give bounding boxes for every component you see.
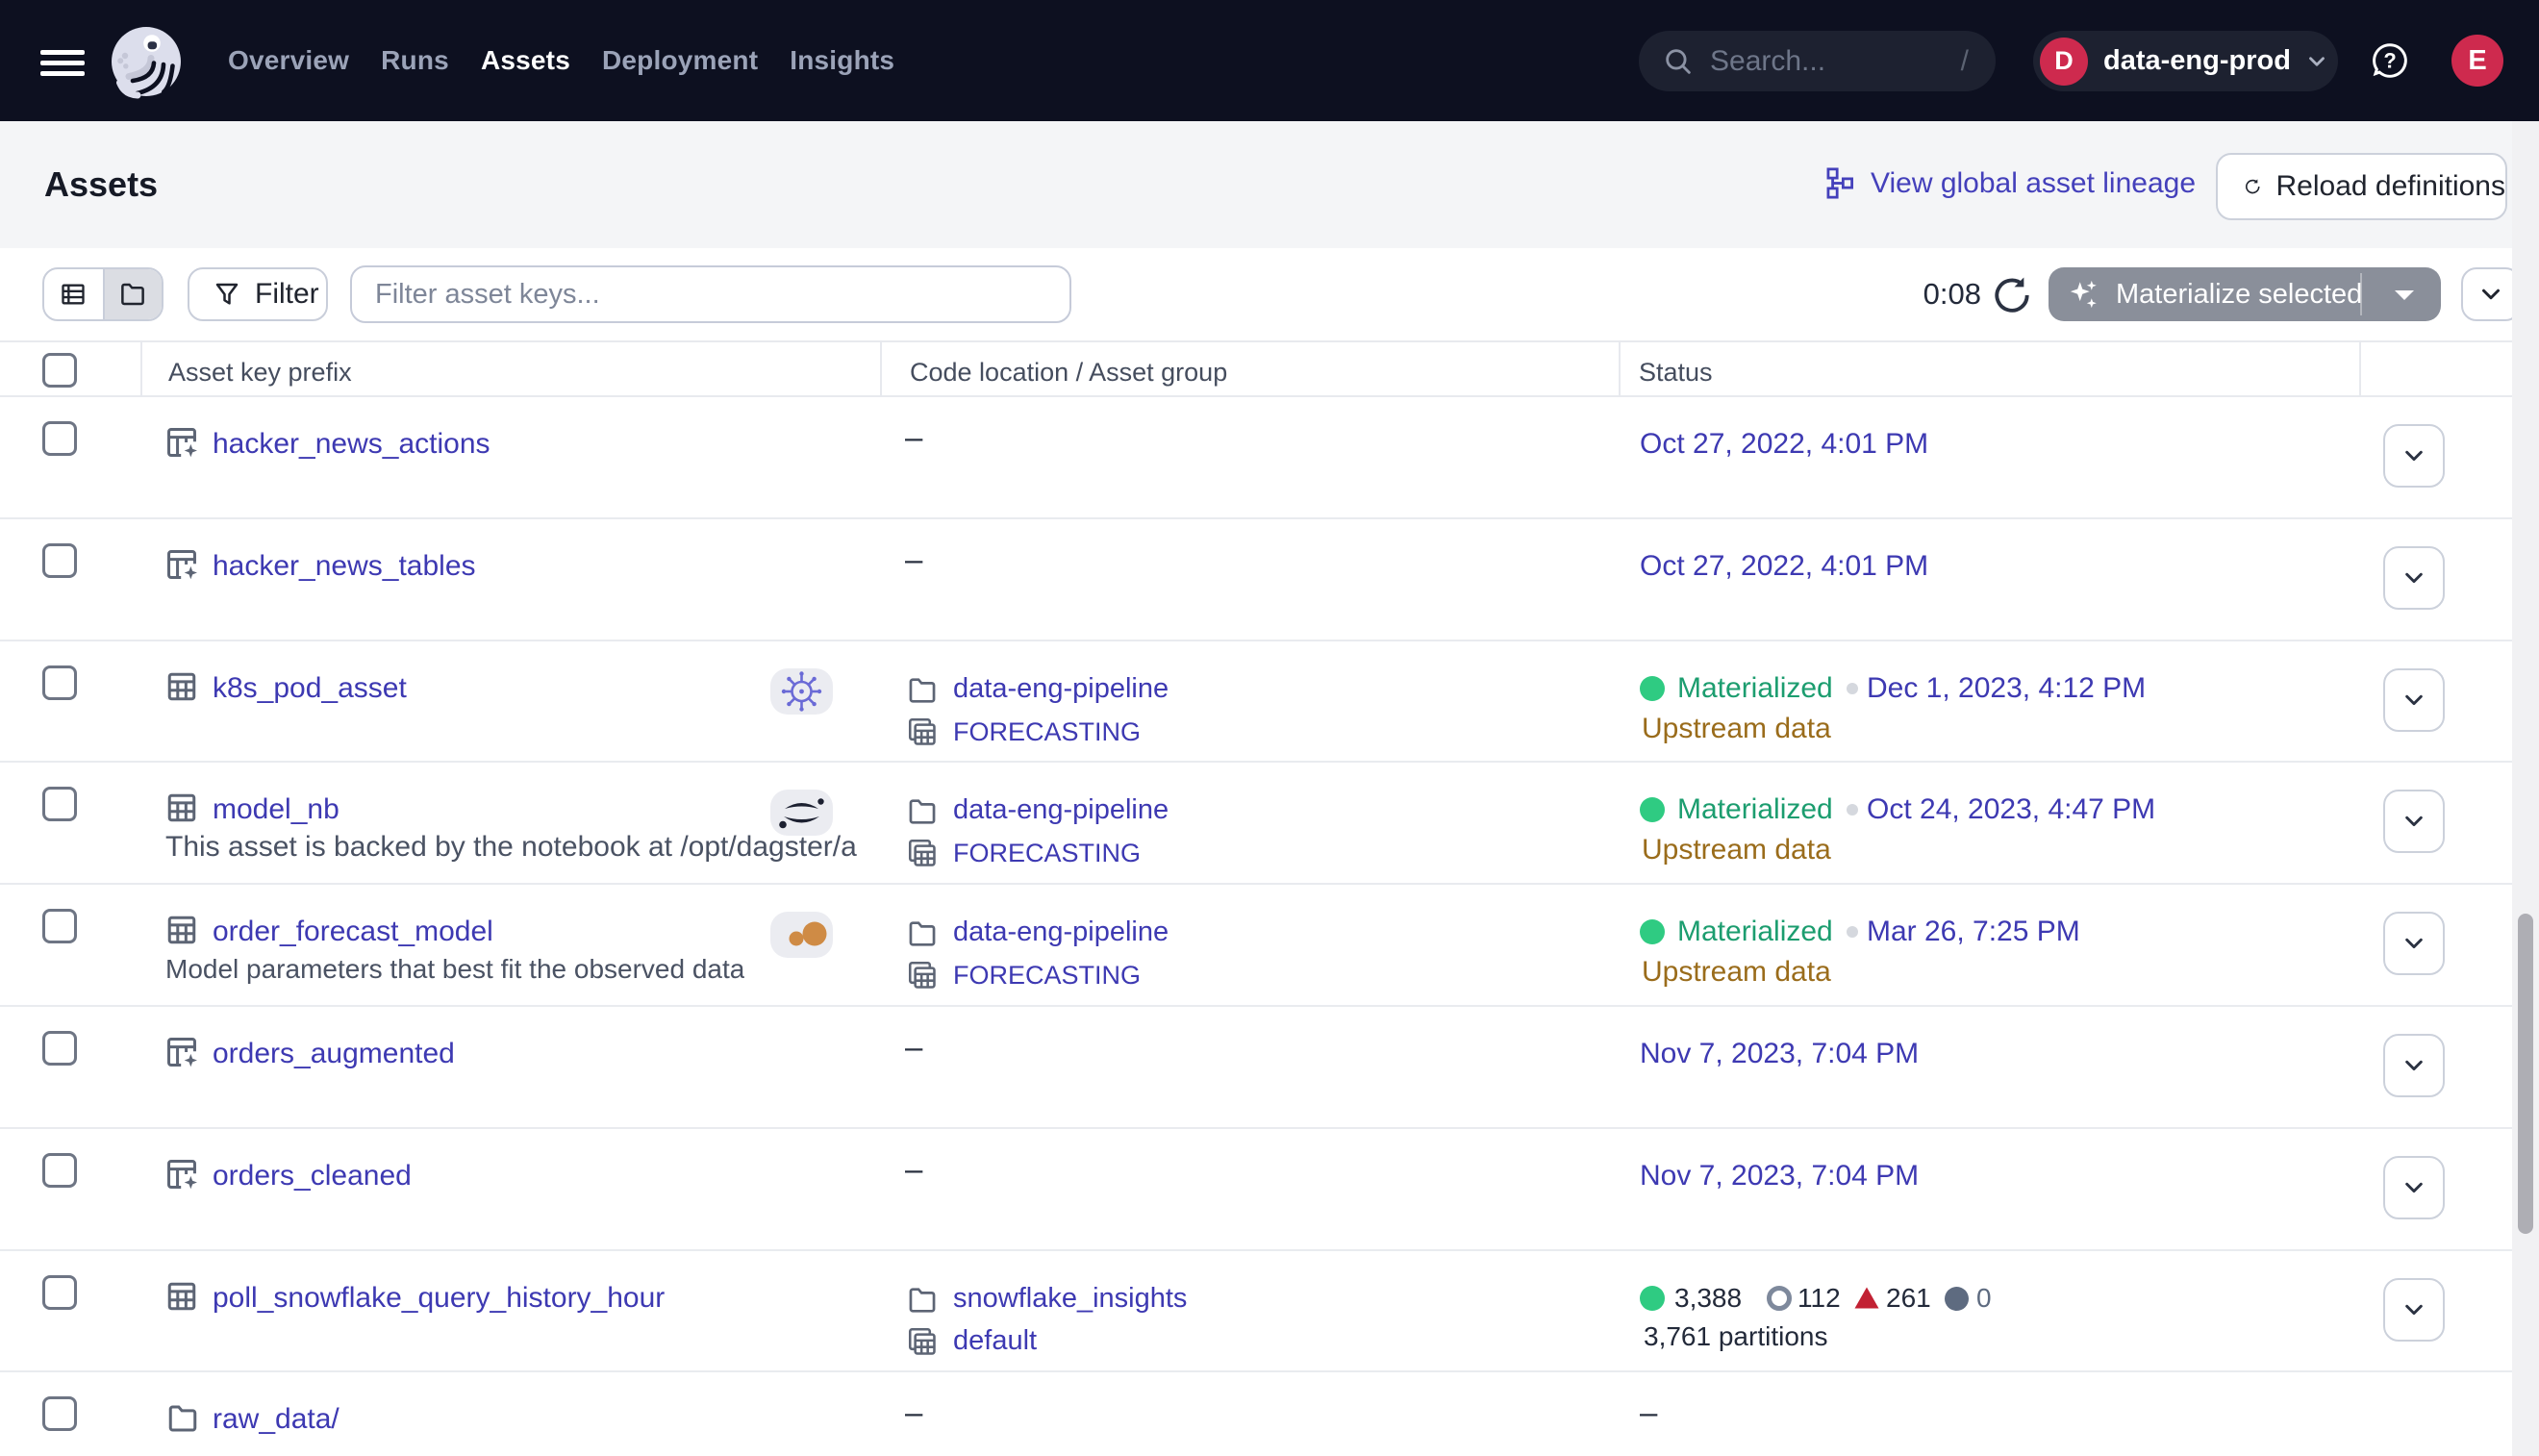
svg-text:?: ? xyxy=(2383,49,2396,73)
